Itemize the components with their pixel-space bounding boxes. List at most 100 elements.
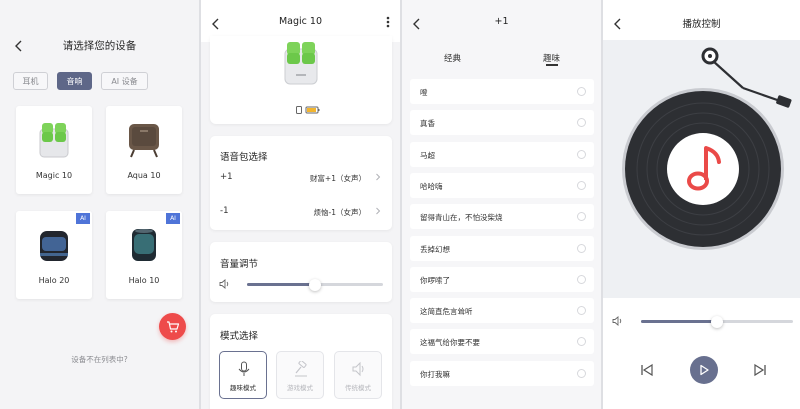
radio-button[interactable] bbox=[577, 87, 586, 96]
previous-icon[interactable] bbox=[640, 363, 654, 377]
sound-name: 留得青山在，不怕没柴烧 bbox=[420, 213, 503, 223]
sound-list-item[interactable]: 马超 bbox=[410, 141, 594, 167]
page-title: +1 bbox=[494, 16, 509, 27]
mode-button-fun[interactable]: 趣味模式 bbox=[219, 351, 267, 399]
magic-10-device-image bbox=[284, 42, 318, 85]
mode-label: 传统模式 bbox=[345, 384, 371, 392]
sound-list-item[interactable]: 你啰嗦了 bbox=[410, 266, 594, 292]
sound-list-item[interactable]: 哈哈嗨 bbox=[410, 172, 594, 198]
device-card-halo-10[interactable]: AI Halo 10 bbox=[106, 211, 182, 299]
sound-list-item[interactable]: 你打我嘛 bbox=[410, 360, 594, 386]
more-options-icon[interactable] bbox=[385, 16, 391, 28]
next-icon[interactable] bbox=[753, 363, 767, 377]
playback-panel bbox=[603, 298, 800, 409]
voice-row-key: +1 bbox=[220, 172, 233, 182]
device-card-halo-20[interactable]: AI Halo 20 bbox=[16, 211, 92, 299]
sound-list-item[interactable]: 这简直危言耸听 bbox=[410, 298, 594, 324]
radio-button[interactable] bbox=[577, 149, 586, 159]
sound-list-item[interactable]: 丢掉幻想 bbox=[410, 235, 594, 261]
play-icon bbox=[700, 364, 709, 376]
radio-button[interactable] bbox=[577, 243, 586, 253]
sound-list-item[interactable]: 噔 bbox=[410, 79, 594, 104]
device-select-screen: 请选择您的设备 耳机 音响 AI 设备 Magic 10 Aqua 10 AI … bbox=[0, 0, 199, 409]
voice-row-value: 烦恼-1（女声） bbox=[313, 208, 366, 217]
volume-slider-knob[interactable] bbox=[711, 315, 723, 328]
tab-fun[interactable]: 趣味 bbox=[543, 52, 560, 64]
playback-control-screen: 播放控制 bbox=[603, 0, 800, 409]
cart-button[interactable] bbox=[159, 313, 186, 340]
volume-slider-fill bbox=[641, 320, 717, 323]
volume-card: 音量调节 bbox=[210, 242, 392, 302]
voice-row-value: 财富+1（女声） bbox=[309, 174, 366, 183]
radio-button[interactable] bbox=[577, 368, 586, 378]
page-title: 请选择您的设备 bbox=[62, 40, 137, 52]
ai-badge: AI bbox=[166, 213, 180, 224]
radio-button[interactable] bbox=[577, 337, 586, 347]
sound-list-item[interactable]: 留得青山在，不怕没柴烧 bbox=[410, 204, 594, 230]
vinyl-record-illustration bbox=[622, 47, 792, 250]
volume-slider-fill bbox=[247, 283, 315, 286]
device-settings-screen: Magic 10 语音包选择 +1 财富+1（女声） -1 烦恼-1（女声） 音… bbox=[201, 0, 400, 409]
volume-title: 音量调节 bbox=[220, 259, 259, 270]
magic-10-device-image bbox=[39, 123, 69, 158]
page-title: Magic 10 bbox=[278, 16, 323, 27]
mode-button-game[interactable]: 游戏模式 bbox=[276, 351, 324, 399]
app-screens: 请选择您的设备 耳机 音响 AI 设备 Magic 10 Aqua 10 AI … bbox=[0, 0, 800, 409]
volume-slider[interactable] bbox=[247, 278, 383, 291]
tab-speaker[interactable]: 音响 bbox=[57, 72, 92, 90]
sound-name: 你啰嗦了 bbox=[420, 275, 450, 285]
device-card-aqua-10[interactable]: Aqua 10 bbox=[106, 106, 182, 194]
chevron-right-icon bbox=[376, 207, 381, 215]
mode-button-classic[interactable]: 传统模式 bbox=[334, 351, 382, 399]
sound-list-screen: +1 经典 趣味 噔真香马超哈哈嗨留得青山在，不怕没柴烧 丢掉幻想你啰嗦了这简直危… bbox=[402, 0, 601, 409]
voice-row-key: -1 bbox=[220, 206, 229, 216]
mode-card: 模式选择 趣味模式 游戏模式 传统模式 bbox=[210, 314, 392, 409]
radio-button[interactable] bbox=[577, 118, 586, 128]
aqua-10-device-image bbox=[129, 124, 159, 158]
volume-icon bbox=[612, 316, 622, 326]
page-title: 播放控制 bbox=[682, 19, 721, 30]
top-bar: 播放控制 bbox=[603, 0, 800, 40]
sound-name: 这福气给你要不要 bbox=[420, 338, 480, 348]
device-label: Halo 20 bbox=[38, 276, 70, 285]
sound-name: 真香 bbox=[420, 119, 435, 129]
ai-badge: AI bbox=[76, 213, 90, 224]
halo-20-device-image bbox=[40, 231, 68, 261]
mode-title: 模式选择 bbox=[220, 331, 259, 342]
radio-button[interactable] bbox=[577, 212, 586, 222]
device-card-magic-10[interactable]: Magic 10 bbox=[16, 106, 92, 194]
volume-slider[interactable] bbox=[641, 315, 793, 328]
voice-pack-card: 语音包选择 +1 财富+1（女声） -1 烦恼-1（女声） bbox=[210, 136, 392, 230]
radio-button[interactable] bbox=[577, 180, 586, 190]
tab-classic[interactable]: 经典 bbox=[444, 52, 461, 64]
sound-name: 这简直危言耸听 bbox=[420, 307, 473, 317]
voice-pack-title: 语音包选择 bbox=[220, 152, 268, 163]
sound-name: 你打我嘛 bbox=[420, 369, 450, 379]
device-not-listed-link[interactable]: 设备不在列表中? bbox=[0, 354, 199, 365]
mode-label: 游戏模式 bbox=[287, 384, 313, 392]
sound-name: 马超 bbox=[420, 150, 435, 160]
play-button[interactable] bbox=[690, 356, 718, 384]
device-label: Aqua 10 bbox=[127, 171, 161, 180]
volume-slider-knob[interactable] bbox=[309, 278, 321, 291]
halo-10-device-image bbox=[132, 229, 156, 261]
cart-icon bbox=[166, 320, 179, 332]
speaker-icon bbox=[352, 361, 364, 377]
radio-button[interactable] bbox=[577, 306, 586, 316]
tab-ai-device[interactable]: AI 设备 bbox=[101, 72, 148, 90]
sound-list-item[interactable]: 真香 bbox=[410, 110, 594, 136]
sound-name: 噔 bbox=[420, 88, 428, 97]
volume-icon bbox=[219, 279, 229, 289]
battery-indicator-icon bbox=[296, 106, 320, 114]
microphone-icon bbox=[238, 361, 250, 376]
tab-earphones[interactable]: 耳机 bbox=[13, 72, 48, 90]
radio-button[interactable] bbox=[577, 274, 586, 284]
device-image-card bbox=[210, 36, 392, 124]
sound-list-item[interactable]: 这福气给你要不要 bbox=[410, 329, 594, 355]
gavel-icon bbox=[295, 361, 307, 377]
device-label: Magic 10 bbox=[35, 171, 73, 180]
chevron-right-icon bbox=[376, 173, 381, 181]
sound-name: 丢掉幻想 bbox=[420, 244, 450, 254]
active-tab-indicator bbox=[546, 64, 558, 66]
sound-name: 哈哈嗨 bbox=[420, 181, 443, 191]
